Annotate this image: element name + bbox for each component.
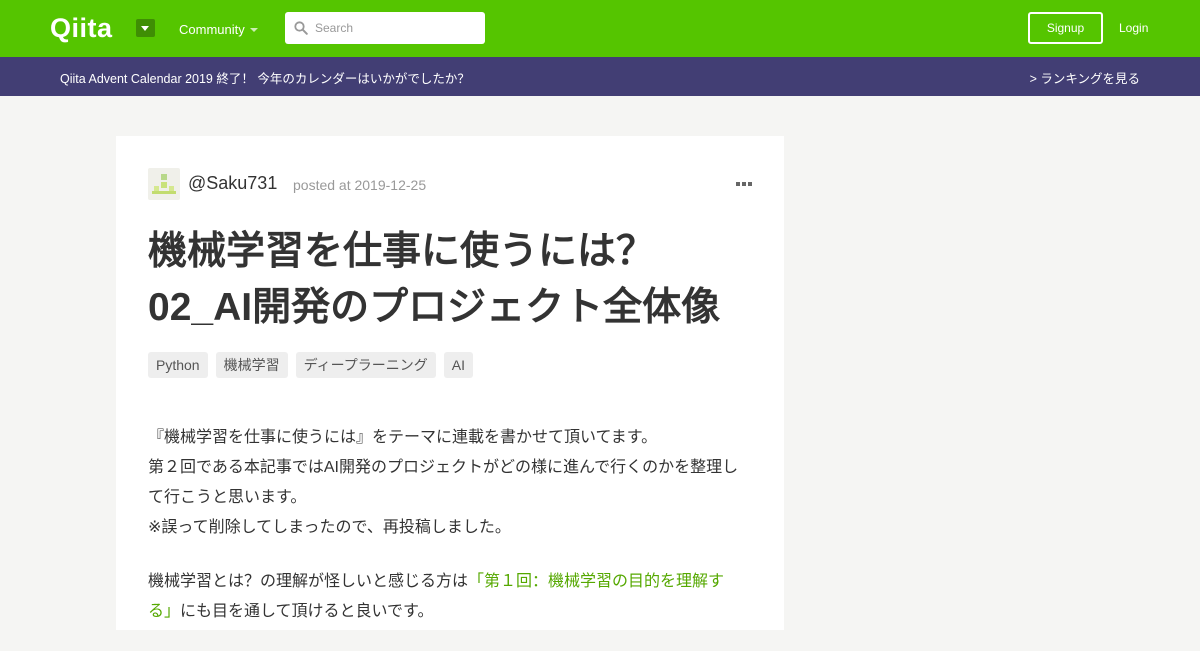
login-link[interactable]: Login xyxy=(1119,21,1148,35)
tag-python[interactable]: Python xyxy=(148,352,208,378)
tag-ai[interactable]: AI xyxy=(443,352,474,378)
intro-paragraph: 『機械学習を仕事に使うには』をテーマに連載を書かせて頂いてます。 第２回である本… xyxy=(148,423,748,543)
top-navbar: Qiita Community Signup Login xyxy=(0,0,1200,57)
more-horizontal-icon[interactable] xyxy=(736,182,752,186)
qiita-logo[interactable]: Qiita xyxy=(50,14,113,42)
author-username[interactable]: @Saku731 xyxy=(188,173,277,194)
intro-line-2: 第２回である本記事ではAI開発のプロジェクトがどの様に進んで行くのかを整理し xyxy=(148,459,739,476)
article-body: 『機械学習を仕事に使うには』をテーマに連載を書かせて頂いてます。 第２回である本… xyxy=(148,423,748,651)
intro-line-3: て行こうと思います。 xyxy=(148,489,307,506)
article-card: @Saku731 posted at 2019-12-25 機械学習を仕事に使う… xyxy=(116,136,784,630)
search-icon xyxy=(294,21,308,35)
tag-machine-learning[interactable]: 機械学習 xyxy=(215,352,288,378)
title-line-2: 02_AI開発のプロジェクト全体像 xyxy=(148,286,721,329)
reference-text-before: 機械学習とは？の理解が怪しいと感じる方は xyxy=(148,573,469,590)
reference-paragraph: 機械学習とは？の理解が怪しいと感じる方は「第１回：機械学習の目的を理解する」にも… xyxy=(148,567,748,627)
tag-list: Python 機械学習 ディープラーニング AI xyxy=(148,352,474,378)
ranking-link[interactable]: > ランキングを見る xyxy=(1030,68,1140,87)
caret-down-icon[interactable] xyxy=(136,19,155,37)
signup-button[interactable]: Signup xyxy=(1028,12,1103,44)
advent-banner: Qiita Advent Calendar 2019 終了！ 今年のカレンダーは… xyxy=(0,57,1200,96)
avatar-image xyxy=(152,174,176,194)
chevron-down-icon[interactable] xyxy=(250,28,258,32)
posted-date: posted at 2019-12-25 xyxy=(293,177,427,193)
article-title: 機械学習を仕事に使うには？ 02_AI開発のプロジェクト全体像 xyxy=(148,224,758,336)
intro-line-1: 『機械学習を仕事に使うには』をテーマに連載を書かせて頂いてます。 xyxy=(148,429,658,446)
title-line-1: 機械学習を仕事に使うには？ xyxy=(148,230,656,273)
community-menu[interactable]: Community xyxy=(179,22,245,37)
reference-text-after: にも目を通して頂けると良いです。 xyxy=(180,603,434,620)
search-box[interactable] xyxy=(285,12,485,44)
intro-line-4: ※誤って削除してしまったので、再投稿しました。 xyxy=(148,519,511,536)
tag-deep-learning[interactable]: ディープラーニング xyxy=(295,352,436,378)
search-input[interactable] xyxy=(315,12,475,44)
avatar[interactable] xyxy=(148,168,180,200)
banner-text[interactable]: Qiita Advent Calendar 2019 終了！ 今年のカレンダーは… xyxy=(60,68,470,87)
